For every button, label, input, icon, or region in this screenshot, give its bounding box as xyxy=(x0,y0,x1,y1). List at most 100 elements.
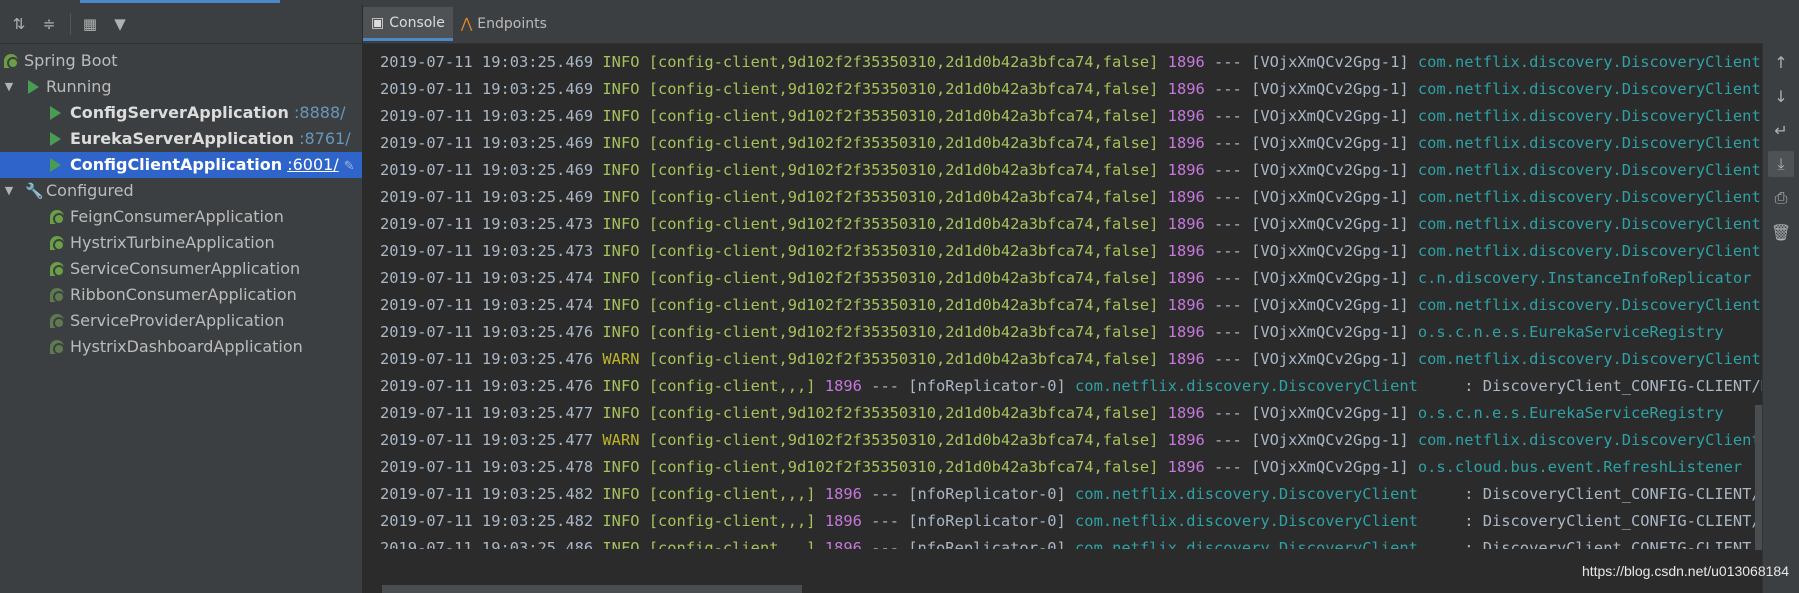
tree-node-label: Running xyxy=(46,77,112,96)
running-app-eureka-server[interactable]: EurekaServerApplication :8761/ xyxy=(0,126,362,152)
log-line: 2019-07-11 19:03:25.482 INFO [config-cli… xyxy=(363,508,1763,535)
log-line: 2019-07-11 19:03:25.473 INFO [config-cli… xyxy=(363,211,1763,238)
log-pid: 1896 xyxy=(824,512,862,530)
log-logger: com.netflix.discovery.DiscoveryClient xyxy=(1417,53,1761,71)
group-by-icon[interactable]: ▦ xyxy=(79,13,101,35)
log-pid: 1896 xyxy=(1167,323,1205,341)
print-icon[interactable]: ⎙ xyxy=(1768,185,1794,211)
port-link[interactable]: :6001/ xyxy=(287,155,339,174)
spring-boot-icon xyxy=(50,210,65,225)
log-line: 2019-07-11 19:03:25.473 INFO [config-cli… xyxy=(363,238,1763,265)
log-logger: com.netflix.discovery.DiscoveryClient xyxy=(1075,485,1418,503)
filter-icon[interactable]: ▼ xyxy=(109,13,131,35)
run-icon xyxy=(28,80,39,94)
log-level: WARN xyxy=(602,431,649,449)
log-logger: com.netflix.discovery.DiscoveryClient xyxy=(1417,296,1761,314)
app-name: HystrixTurbineApplication xyxy=(70,233,275,252)
log-level: INFO xyxy=(602,296,649,314)
log-context: [config-client,9d102f2f35350310,2d1d0b42… xyxy=(648,134,1159,152)
configured-app[interactable]: ServiceConsumerApplication xyxy=(0,256,362,282)
log-line: 2019-07-11 19:03:25.477 INFO [config-cli… xyxy=(363,400,1763,427)
log-timestamp: 2019-07-11 19:03:25.474 xyxy=(380,296,594,314)
tab-endpoints[interactable]: ⋀ Endpoints xyxy=(453,7,555,41)
tab-console[interactable]: ▣ Console xyxy=(363,7,453,41)
log-thread: --- [VOjxXmQCv2Gpg-1] xyxy=(1204,350,1418,368)
log-level: INFO xyxy=(602,377,649,395)
log-context: [config-client,9d102f2f35350310,2d1d0b42… xyxy=(648,161,1159,179)
log-line: 2019-07-11 19:03:25.474 INFO [config-cli… xyxy=(363,265,1763,292)
wrench-icon: 🔧 xyxy=(25,182,44,200)
log-line: 2019-07-11 19:03:25.469 INFO [config-cli… xyxy=(363,184,1763,211)
log-context: [config-client,9d102f2f35350310,2d1d0b42… xyxy=(648,53,1159,71)
running-app-config-server[interactable]: ConfigServerApplication :8888/ xyxy=(0,100,362,126)
chevron-down-icon[interactable]: ▼ xyxy=(2,74,16,100)
log-level: INFO xyxy=(602,269,649,287)
configured-app[interactable]: FeignConsumerApplication xyxy=(0,204,362,230)
run-dashboard-panel: ⇅ ≑ ▦ ▼ Spring Boot ▼ Running ConfigServ… xyxy=(0,5,363,593)
log-level: INFO xyxy=(602,512,649,530)
log-timestamp: 2019-07-11 19:03:25.469 xyxy=(380,107,594,125)
log-message: : DiscoveryClient_CONFIG-CLIENT/DESKT xyxy=(1464,512,1763,530)
console-output[interactable]: 2019-07-11 19:03:25.469 INFO [config-cli… xyxy=(363,49,1763,549)
log-level: INFO xyxy=(602,80,649,98)
port-link[interactable]: :8761/ xyxy=(299,129,351,148)
configured-app[interactable]: ServiceProviderApplication xyxy=(0,308,362,334)
log-timestamp: 2019-07-11 19:03:25.476 xyxy=(380,350,594,368)
log-context: [config-client,9d102f2f35350310,2d1d0b42… xyxy=(648,404,1159,422)
log-context: [config-client,9d102f2f35350310,2d1d0b42… xyxy=(648,269,1159,287)
log-level: INFO xyxy=(602,539,649,549)
tree-node-label: Spring Boot xyxy=(24,51,118,70)
tree-node-configured[interactable]: ▼ 🔧 Configured xyxy=(0,178,362,204)
tree-node-running[interactable]: ▼ Running xyxy=(0,74,362,100)
endpoints-icon: ⋀ xyxy=(460,16,473,32)
run-icon xyxy=(50,132,61,146)
tree-node-spring-boot[interactable]: Spring Boot xyxy=(0,48,362,74)
log-pid: 1896 xyxy=(1167,215,1205,233)
log-pid: 1896 xyxy=(1167,107,1205,125)
log-pid: 1896 xyxy=(1167,431,1205,449)
watermark: https://blog.csdn.net/u013068184 xyxy=(1581,563,1789,579)
log-timestamp: 2019-07-11 19:03:25.477 xyxy=(380,431,594,449)
configured-app[interactable]: HystrixTurbineApplication xyxy=(0,230,362,256)
log-logger: com.netflix.discovery.DiscoveryClient xyxy=(1075,512,1418,530)
app-name: FeignConsumerApplication xyxy=(70,207,284,226)
app-name: EurekaServerApplication xyxy=(70,129,294,148)
console-side-toolbar: ↑ ↓ ↵ ⤓ ⎙ 🗑 xyxy=(1762,43,1799,593)
log-line: 2019-07-11 19:03:25.476 WARN [config-cli… xyxy=(363,346,1763,373)
log-pid: 1896 xyxy=(1167,242,1205,260)
log-context: [config-client,,,] xyxy=(648,512,816,530)
expand-all-icon[interactable]: ⇅ xyxy=(8,13,30,35)
log-level: INFO xyxy=(602,323,649,341)
log-thread: --- [VOjxXmQCv2Gpg-1] xyxy=(1204,458,1418,476)
configured-app[interactable]: HystrixDashboardApplication xyxy=(0,334,362,360)
scroll-to-end-icon[interactable]: ⤓ xyxy=(1768,151,1794,177)
log-thread: --- [VOjxXmQCv2Gpg-1] xyxy=(1204,296,1418,314)
log-logger: com.netflix.discovery.DiscoveryClient xyxy=(1417,80,1761,98)
log-context: [config-client,9d102f2f35350310,2d1d0b42… xyxy=(648,323,1159,341)
log-timestamp: 2019-07-11 19:03:25.476 xyxy=(380,377,594,395)
horizontal-scrollbar[interactable] xyxy=(382,585,802,593)
console-tabs: ▣ Console ⋀ Endpoints xyxy=(363,5,1799,44)
console-icon: ▣ xyxy=(371,14,385,31)
log-level: INFO xyxy=(602,242,649,260)
up-arrow-icon[interactable]: ↑ xyxy=(1768,49,1794,75)
log-context: [config-client,9d102f2f35350310,2d1d0b42… xyxy=(648,80,1159,98)
collapse-all-icon[interactable]: ≑ xyxy=(38,13,60,35)
app-name: ServiceConsumerApplication xyxy=(70,259,301,278)
configured-app[interactable]: RibbonConsumerApplication xyxy=(0,282,362,308)
soft-wrap-icon[interactable]: ↵ xyxy=(1768,117,1794,143)
running-app-config-client[interactable]: ConfigClientApplication :6001/ ✎ xyxy=(0,152,362,178)
log-logger: o.s.cloud.bus.event.RefreshListener xyxy=(1417,458,1743,476)
log-line: 2019-07-11 19:03:25.477 WARN [config-cli… xyxy=(363,427,1763,454)
log-thread: --- [VOjxXmQCv2Gpg-1] xyxy=(1204,431,1418,449)
trash-icon[interactable]: 🗑 xyxy=(1768,219,1794,245)
down-arrow-icon[interactable]: ↓ xyxy=(1768,83,1794,109)
log-level: INFO xyxy=(602,215,649,233)
chevron-down-icon[interactable]: ▼ xyxy=(2,178,16,204)
log-pid: 1896 xyxy=(1167,188,1205,206)
log-context: [config-client,9d102f2f35350310,2d1d0b42… xyxy=(648,458,1159,476)
edit-pencil-icon[interactable]: ✎ xyxy=(344,159,355,174)
log-pid: 1896 xyxy=(824,485,862,503)
log-logger: com.netflix.discovery.DiscoveryClient xyxy=(1417,242,1761,260)
port-link[interactable]: :8888/ xyxy=(294,103,346,122)
